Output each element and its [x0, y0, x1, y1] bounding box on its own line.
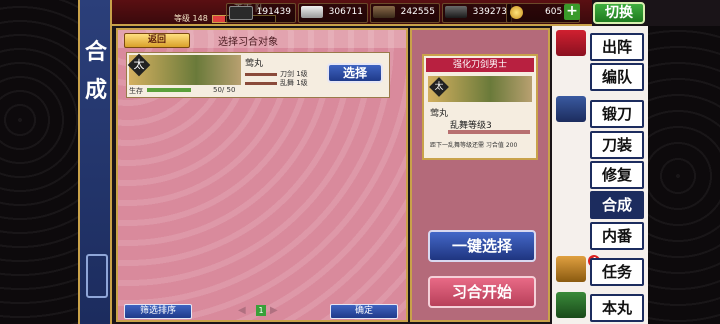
selection-panel: 返回 选择习合对象 太 莺丸 刀剑 1级 乱舞 1级 生存 50/ 50 选择 …: [116, 28, 408, 322]
filter-sort-button[interactable]: 筛选排序: [124, 304, 192, 319]
charcoal-icon: [229, 6, 253, 20]
resource-whetstone-value: 339273: [472, 7, 507, 17]
cooling-material-icon: [373, 6, 395, 18]
resource-cooling-value: 242555: [400, 7, 435, 17]
target-name: 莺丸: [430, 109, 449, 119]
sortie-icon[interactable]: [556, 30, 586, 56]
target-progress-bar: [448, 130, 530, 134]
resource-whetstone: 339273: [442, 3, 512, 23]
panel-title: 选择习合对象: [218, 37, 278, 48]
auto-select-button[interactable]: 一键选择: [428, 230, 536, 262]
sword-stat-2: 乱舞 1级: [245, 78, 315, 88]
select-button[interactable]: 选择: [327, 63, 383, 83]
resource-cooling: 242555: [370, 3, 440, 23]
resource-tamahagane-value: 306711: [328, 7, 363, 17]
left-background: [0, 0, 78, 324]
life-label: 生存: [129, 87, 143, 95]
coin-counter: 605 +: [506, 3, 580, 23]
side-title-banner: 合 成: [78, 0, 112, 324]
panel-header: 返回 选择习合对象: [118, 30, 406, 48]
life-value: 50/ 50: [213, 86, 236, 94]
scroll-icon[interactable]: [556, 256, 586, 282]
side-decoration-icon: [86, 254, 108, 298]
resource-charcoal: 191439: [226, 3, 296, 23]
target-card-header: 强化刀剑男士: [426, 58, 534, 72]
resource-tamahagane: 306711: [298, 3, 368, 23]
forge-building-icon[interactable]: [556, 96, 586, 122]
coin-icon: [510, 6, 523, 19]
page-number[interactable]: 1: [256, 305, 266, 316]
start-merge-button[interactable]: 习合开始: [428, 276, 536, 308]
nav-merge[interactable]: 合成: [590, 191, 644, 219]
resource-charcoal-value: 191439: [256, 7, 291, 17]
prev-page-icon[interactable]: ◀: [238, 305, 246, 316]
side-title-char-2: 成: [84, 77, 107, 103]
target-card: 强化刀剑男士 太 莺丸 乱舞等级3 距下一乱舞等级还需 习合值 200: [422, 54, 538, 160]
nav-domestic[interactable]: 内番: [590, 222, 644, 250]
sword-type-badge: 太: [127, 53, 151, 77]
nav-equipment[interactable]: 刀装: [590, 131, 644, 159]
right-background: [648, 26, 720, 324]
target-panel: 强化刀剑男士 太 莺丸 乱舞等级3 距下一乱舞等级还需 习合值 200 一键选择…: [410, 28, 550, 322]
nav-formation[interactable]: 编队: [590, 63, 644, 91]
pagination: ◀ 1 ▶: [238, 305, 278, 317]
nav-sortie[interactable]: 出阵: [590, 33, 644, 61]
nav-forge[interactable]: 锻刀: [590, 100, 644, 128]
back-button[interactable]: 返回: [124, 33, 190, 48]
sword-name: 莺丸: [245, 59, 264, 69]
target-type-badge: 太: [429, 77, 449, 97]
castle-icon[interactable]: [556, 292, 586, 318]
target-note: 距下一乱舞等级还需 习合值 200: [430, 142, 518, 149]
nav-task[interactable]: 任务: [590, 258, 644, 286]
confirm-button[interactable]: 确定: [330, 304, 398, 319]
add-coins-button[interactable]: +: [564, 4, 580, 20]
life-bar: [147, 88, 191, 92]
side-title-char-1: 合: [84, 39, 107, 65]
switch-button[interactable]: 切换: [593, 2, 645, 24]
next-page-icon[interactable]: ▶: [270, 305, 278, 316]
tamahagane-icon: [301, 6, 323, 18]
whetstone-icon: [445, 6, 467, 18]
level-label: 等级 148: [174, 14, 208, 23]
nav-repair[interactable]: 修复: [590, 161, 644, 189]
coin-value: 605: [545, 7, 563, 17]
panel-footer: 筛选排序 ◀ 1 ▶ 确定: [118, 302, 406, 320]
sword-card[interactable]: 太 莺丸 刀剑 1级 乱舞 1级 生存 50/ 50 选择: [126, 52, 390, 98]
nav-citadel[interactable]: 本丸: [590, 294, 644, 322]
